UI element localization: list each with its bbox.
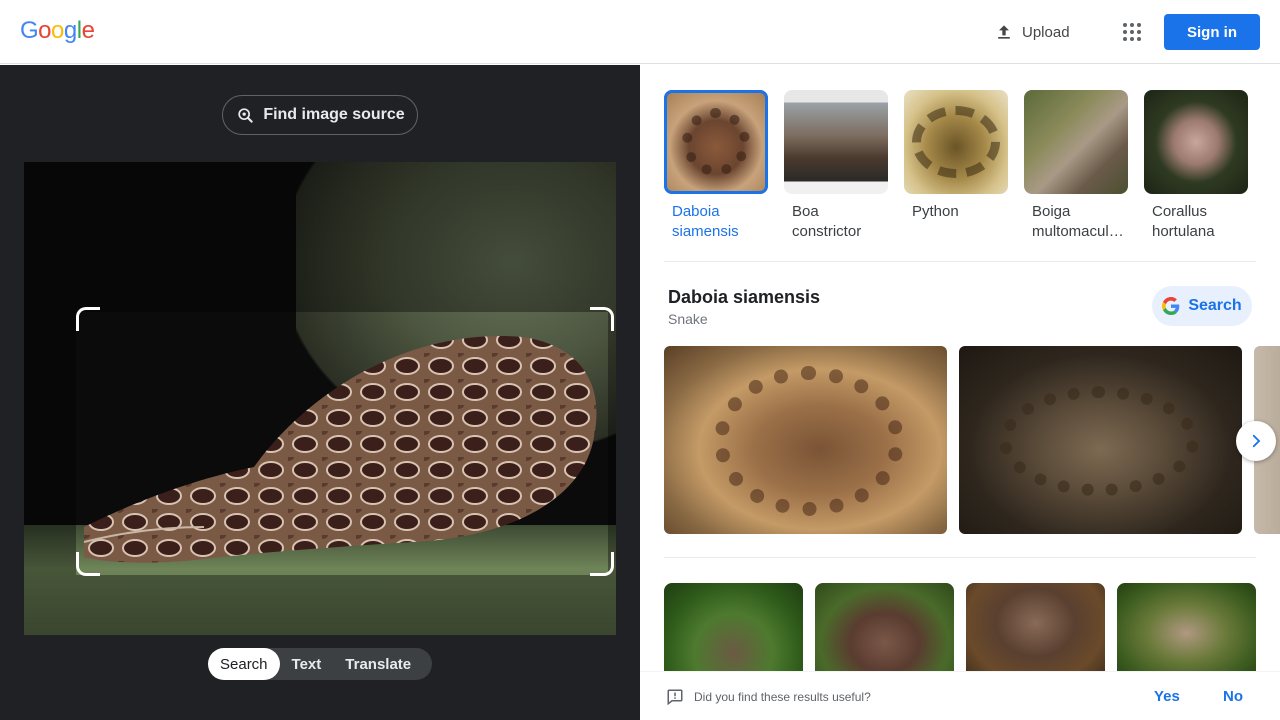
visual-matches-grid	[664, 583, 1256, 683]
feedback-question: Did you find these results useful?	[694, 690, 871, 704]
feedback-bar: Did you find these results useful? Yes N…	[640, 671, 1280, 720]
search-entity-button[interactable]: Search	[1152, 286, 1252, 326]
tab-translate[interactable]: Translate	[333, 648, 423, 680]
entity-chip-daboia[interactable]: Daboia siamensis	[664, 90, 768, 242]
google-logo[interactable]: Google	[20, 17, 95, 45]
sign-in-button[interactable]: Sign in	[1164, 14, 1260, 50]
feedback-icon	[667, 689, 683, 706]
knowledge-title: Daboia siamensis	[668, 287, 821, 307]
result-image[interactable]	[959, 346, 1242, 534]
crop-overlay	[24, 162, 616, 312]
logo-letter: o	[51, 17, 64, 44]
lens-search-icon	[238, 108, 254, 123]
entity-chip-boa[interactable]: Boa constrictor	[784, 90, 888, 242]
query-image	[24, 162, 616, 635]
entity-thumbnail	[664, 90, 768, 194]
divider	[664, 557, 1256, 558]
apps-button[interactable]	[1116, 16, 1148, 48]
find-image-source-button[interactable]: Find image source	[222, 95, 418, 135]
crop-overlay	[24, 575, 616, 635]
entity-thumbnail	[1144, 90, 1248, 194]
top-bar: Google Upload Sign in	[0, 0, 1280, 64]
tab-search[interactable]: Search	[208, 648, 280, 680]
upload-icon	[998, 25, 1010, 39]
feedback-yes-button[interactable]: Yes	[1154, 688, 1180, 705]
crop-handle-bottom-right[interactable]	[590, 552, 614, 576]
crop-overlay	[24, 312, 76, 575]
image-carousel	[664, 346, 1280, 534]
entity-thumbnail	[1024, 90, 1128, 194]
knowledge-subtitle: Snake	[668, 311, 708, 327]
entity-label: Python	[912, 203, 959, 220]
google-g-icon	[1162, 297, 1180, 315]
match-image[interactable]	[1117, 583, 1256, 683]
entity-thumbnail	[784, 90, 888, 194]
mode-tabs: Search Text Translate	[208, 648, 432, 680]
entity-label: Corallus hortulana	[1152, 203, 1215, 240]
tab-text[interactable]: Text	[280, 648, 334, 680]
snake-image	[84, 336, 597, 563]
upload-button[interactable]: Upload	[984, 16, 1080, 48]
crop-handle-top-right[interactable]	[590, 307, 614, 331]
match-image[interactable]	[664, 583, 803, 683]
feedback-no-button[interactable]: No	[1223, 688, 1243, 705]
logo-letter: G	[20, 17, 39, 44]
match-image[interactable]	[966, 583, 1105, 683]
query-image-panel: Find image source Search Text Translate	[0, 65, 640, 720]
apps-grid-icon	[1123, 23, 1141, 41]
search-entity-label: Search	[1188, 297, 1242, 314]
crop-overlay	[608, 312, 616, 575]
entity-thumbnail	[904, 90, 1008, 194]
carousel-next-button[interactable]	[1236, 421, 1276, 461]
entity-label: Daboia siamensis	[672, 203, 739, 240]
entity-chip-python[interactable]: Python	[904, 90, 1008, 242]
entity-label: Boa constrictor	[792, 203, 862, 240]
entity-chip-boiga[interactable]: Boiga multomacula...	[1024, 90, 1128, 242]
crop-handle-top-left[interactable]	[76, 307, 100, 331]
logo-letter: o	[38, 17, 52, 44]
find-source-label: Find image source	[263, 106, 405, 123]
result-image[interactable]	[664, 346, 947, 534]
logo-letter: e	[81, 17, 95, 44]
crop-handle-bottom-left[interactable]	[76, 552, 100, 576]
match-image[interactable]	[815, 583, 954, 683]
entity-chips: Daboia siamensis Boa constrictor Python …	[664, 90, 1248, 242]
logo-letter: g	[63, 17, 77, 44]
upload-label: Upload	[1022, 23, 1070, 41]
results-panel: Daboia siamensis Boa constrictor Python …	[640, 65, 1280, 720]
entity-label: Boiga multomacula...	[1032, 203, 1128, 240]
divider	[664, 261, 1256, 262]
entity-chip-corallus[interactable]: Corallus hortulana	[1144, 90, 1248, 242]
chevron-right-icon	[1252, 434, 1261, 448]
